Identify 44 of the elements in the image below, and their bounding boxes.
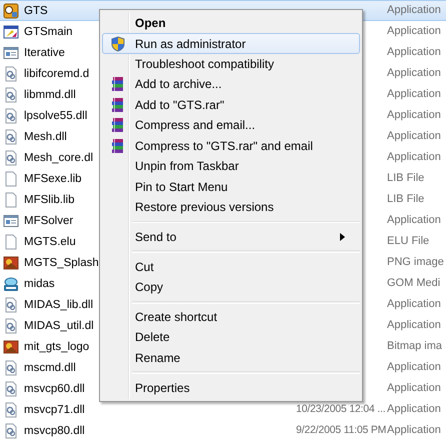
file-type: Application	[387, 46, 441, 59]
file-type: Application	[387, 214, 441, 227]
file-name: MFSexe.lib	[24, 172, 82, 186]
file-name: libifcoremd.d	[24, 66, 90, 80]
file-name: MFSolver	[24, 214, 74, 228]
file-type: PNG image	[387, 256, 444, 269]
file-name: Iterative	[24, 46, 65, 60]
file-type: Application	[387, 109, 441, 122]
file-type: GOM Medi	[387, 277, 440, 290]
file-type: LIB File	[387, 193, 424, 206]
file-type: Application	[387, 382, 441, 395]
file-name: Mesh_core.dl	[24, 150, 94, 164]
file-name: MIDAS_util.dl	[24, 318, 94, 332]
file-type: Application	[387, 298, 441, 311]
file-name: msvcp60.dll	[24, 382, 85, 396]
file-type: ELU File	[387, 235, 430, 248]
file-type: Application	[387, 130, 441, 143]
file-type: Application	[387, 4, 441, 17]
file-date: 9/22/2005 11:05 PM	[296, 424, 386, 437]
file-date: 10/23/2005 12:04 ...	[296, 403, 386, 416]
file-name: MGTS.elu	[24, 234, 76, 248]
file-type: Application	[387, 424, 441, 437]
file-name: mscmd.dll	[24, 360, 76, 374]
file-type: Application	[387, 319, 441, 332]
file-name: libmmd.dll	[24, 88, 76, 102]
file-name: MGTS_Splash	[24, 256, 99, 270]
file-name: Mesh.dll	[24, 130, 67, 144]
file-name: msvcp71.dll	[24, 402, 85, 416]
file-name: MFSlib.lib	[24, 192, 74, 206]
file-name: msvcp80.dll	[24, 424, 85, 438]
file-name: GTS	[24, 4, 48, 18]
file-name: mit_gts_logo	[24, 340, 90, 354]
file-name: lpsolve55.dll	[24, 108, 88, 122]
file-type: Bitmap ima	[387, 340, 442, 353]
file-name: midas	[24, 276, 55, 290]
file-type: LIB File	[387, 172, 424, 185]
file-type: Application	[387, 403, 441, 416]
file-type: Application	[387, 25, 441, 38]
file-type: Application	[387, 151, 441, 164]
file-type: Application	[387, 88, 441, 101]
file-name: MIDAS_lib.dll	[24, 298, 94, 312]
file-type: Application	[387, 67, 441, 80]
file-type: Application	[387, 361, 441, 374]
file-name: GTSmain	[24, 24, 73, 38]
